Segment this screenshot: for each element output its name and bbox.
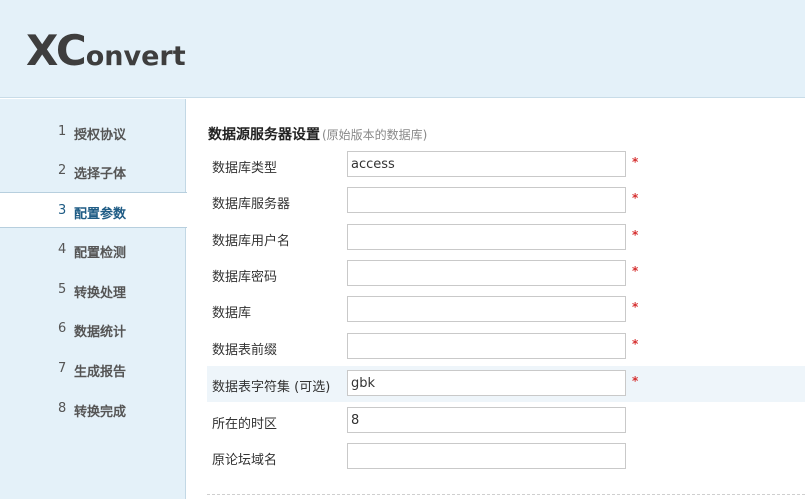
field-row-timezone: 所在的时区: [207, 403, 805, 439]
sidebar-item-step-1[interactable]: 1 授权协议: [0, 114, 186, 150]
required-marker: *: [632, 264, 639, 278]
db-name-input[interactable]: [347, 296, 626, 322]
section-title-text: 数据源服务器设置: [208, 127, 320, 143]
step-number: 8: [58, 401, 67, 416]
section-divider: [207, 494, 805, 495]
field-label: 数据库类型: [212, 161, 278, 176]
field-row-db-user: 数据库用户名 *: [207, 220, 805, 256]
sidebar-item-step-5[interactable]: 5 转换处理: [0, 272, 186, 308]
field-label: 数据库密码: [212, 270, 278, 285]
required-marker: *: [632, 155, 639, 169]
field-row-forum-domain: 原论坛域名: [207, 439, 805, 475]
config-form-panel: 数据源服务器设置(原始版本的数据库) 数据库类型 * 数据库服务器 * 数据库用…: [187, 99, 805, 499]
required-marker: *: [632, 191, 639, 205]
step-number: 6: [58, 321, 67, 336]
field-row-db-type: 数据库类型 *: [207, 147, 805, 183]
step-label: 生成报告: [74, 365, 127, 380]
step-label: 转换处理: [74, 286, 127, 301]
step-label: 配置检测: [74, 246, 127, 261]
step-number: 5: [58, 282, 67, 297]
step-number: 4: [58, 242, 67, 257]
step-label: 授权协议: [74, 128, 127, 143]
field-row-db-name: 数据库 *: [207, 292, 805, 328]
section-title: 数据源服务器设置 (原始版本的数据库): [208, 124, 427, 144]
db-username-input[interactable]: [347, 224, 626, 250]
logo-initials: XC: [26, 26, 87, 75]
step-number: 3: [58, 203, 67, 218]
sidebar-item-step-8[interactable]: 8 转换完成: [0, 391, 186, 427]
field-label: 所在的时区: [212, 417, 278, 432]
sidebar-item-step-4[interactable]: 4 配置检测: [0, 232, 186, 268]
required-marker: *: [632, 300, 639, 314]
step-number: 2: [58, 163, 67, 178]
field-row-table-charset: 数据表字符集 (可选) *: [207, 366, 805, 402]
db-server-input[interactable]: [347, 187, 626, 213]
required-marker: *: [632, 228, 639, 242]
required-marker: *: [632, 337, 639, 351]
sidebar-item-step-2[interactable]: 2 选择子体: [0, 153, 186, 189]
sidebar-item-step-6[interactable]: 6 数据统计: [0, 311, 186, 347]
sidebar-item-step-3[interactable]: 3 配置参数: [0, 192, 187, 228]
field-label: 数据库服务器: [212, 197, 291, 212]
forum-domain-input[interactable]: [347, 443, 626, 469]
sidebar-item-step-7[interactable]: 7 生成报告: [0, 351, 186, 387]
step-label: 数据统计: [74, 325, 127, 340]
timezone-input[interactable]: [347, 407, 626, 433]
field-label: 数据表字符集 (可选): [212, 380, 331, 395]
step-sidebar: 1 授权协议 2 选择子体 3 配置参数 4 配置检测 5 转换处理 6 数据统…: [0, 99, 187, 499]
field-label: 数据库: [212, 306, 252, 321]
field-row-db-server: 数据库服务器 *: [207, 183, 805, 219]
field-row-table-prefix: 数据表前缀 *: [207, 329, 805, 365]
section-subtitle: (原始版本的数据库): [322, 128, 428, 142]
db-password-input[interactable]: [347, 260, 626, 286]
step-number: 7: [58, 361, 67, 376]
table-prefix-input[interactable]: [347, 333, 626, 359]
field-row-db-password: 数据库密码 *: [207, 256, 805, 292]
db-type-input[interactable]: [347, 151, 626, 177]
step-label: 转换完成: [74, 405, 127, 420]
xconvert-logo: XConvert: [26, 26, 186, 75]
field-label: 数据表前缀: [212, 343, 278, 358]
step-label: 配置参数: [74, 207, 127, 222]
field-label: 数据库用户名: [212, 234, 291, 249]
step-label: 选择子体: [74, 167, 127, 182]
app-header: XConvert: [0, 0, 805, 98]
required-marker: *: [632, 374, 639, 388]
table-charset-input[interactable]: [347, 370, 626, 396]
field-label: 原论坛域名: [212, 453, 278, 468]
logo-rest: onvert: [85, 41, 186, 72]
step-number: 1: [58, 124, 67, 139]
